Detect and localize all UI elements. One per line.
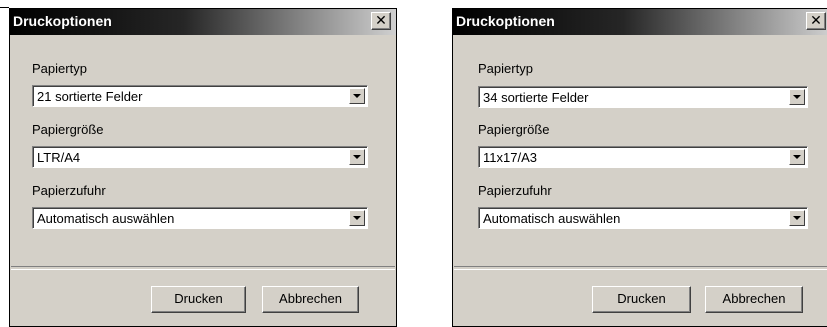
paper-feed-dropdown-button[interactable] — [789, 210, 805, 226]
window-edge-line — [0, 7, 9, 8]
paper-feed-value: Automatisch auswählen — [483, 211, 621, 226]
paper-feed-label: Papierzufuhr — [32, 183, 106, 198]
paper-feed-label: Papierzufuhr — [478, 183, 552, 198]
paper-size-value: 11x17/A3 — [483, 150, 537, 165]
chevron-down-icon — [353, 155, 361, 159]
paper-feed-select[interactable]: Automatisch auswählen — [478, 207, 808, 229]
paper-type-dropdown-button[interactable] — [789, 89, 805, 105]
paper-size-select[interactable]: 11x17/A3 — [478, 146, 808, 168]
close-button[interactable]: ✕ — [371, 12, 391, 30]
paper-feed-dropdown-button[interactable] — [349, 210, 365, 226]
dialog-title: Druckoptionen — [13, 13, 112, 29]
chevron-down-icon — [793, 155, 801, 159]
paper-size-value: LTR/A4 — [37, 150, 81, 165]
paper-size-dropdown-button[interactable] — [349, 149, 365, 165]
title-bar: Druckoptionen ✕ — [10, 9, 396, 35]
paper-type-select[interactable]: 21 sortierte Felder — [32, 85, 368, 107]
paper-size-dropdown-button[interactable] — [789, 149, 805, 165]
paper-feed-select[interactable]: Automatisch auswählen — [32, 207, 368, 229]
cancel-button[interactable]: Abbrechen — [262, 286, 359, 313]
chevron-down-icon — [353, 216, 361, 220]
button-separator — [454, 266, 827, 270]
paper-type-dropdown-button[interactable] — [349, 88, 365, 104]
button-separator — [11, 266, 395, 270]
print-button[interactable]: Drucken — [592, 286, 691, 313]
chevron-down-icon — [793, 95, 801, 99]
paper-type-label: Papiertyp — [478, 61, 533, 76]
paper-size-label: Papiergröße — [32, 122, 104, 137]
close-icon: ✕ — [810, 12, 822, 28]
cancel-button[interactable]: Abbrechen — [705, 286, 803, 313]
print-options-dialog: Druckoptionen ✕ Papiertyp 34 sortierte F… — [452, 8, 827, 327]
chevron-down-icon — [353, 94, 361, 98]
dialog-title: Druckoptionen — [456, 13, 555, 29]
close-icon: ✕ — [375, 12, 387, 28]
paper-type-label: Papiertyp — [32, 61, 87, 76]
paper-size-label: Papiergröße — [478, 122, 550, 137]
paper-type-value: 34 sortierte Felder — [483, 90, 589, 105]
paper-size-select[interactable]: LTR/A4 — [32, 146, 368, 168]
paper-feed-value: Automatisch auswählen — [37, 211, 175, 226]
paper-type-value: 21 sortierte Felder — [37, 89, 143, 104]
print-button[interactable]: Drucken — [151, 286, 246, 313]
paper-type-select[interactable]: 34 sortierte Felder — [478, 86, 808, 108]
title-bar: Druckoptionen ✕ — [453, 9, 827, 35]
close-button[interactable]: ✕ — [806, 12, 826, 30]
chevron-down-icon — [793, 216, 801, 220]
print-options-dialog: Druckoptionen ✕ Papiertyp 21 sortierte F… — [9, 8, 397, 327]
